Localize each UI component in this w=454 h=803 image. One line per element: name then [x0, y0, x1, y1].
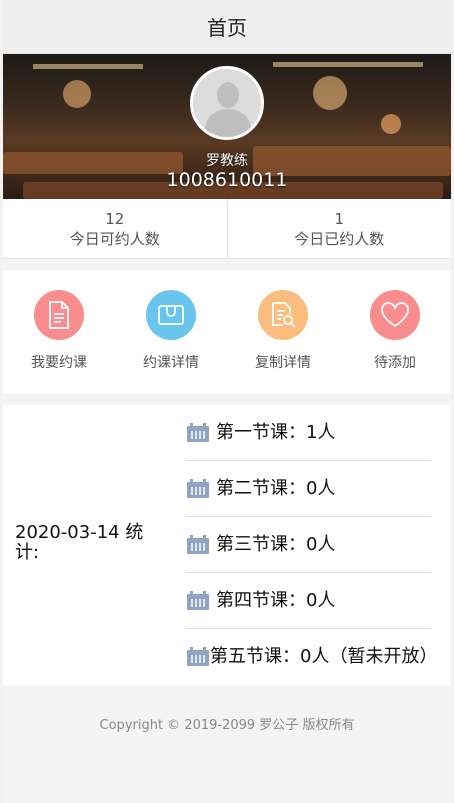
- stat-label: 今日可约人数: [69, 230, 160, 248]
- heart-icon: [370, 290, 420, 340]
- menu-label: 复制详情: [255, 355, 311, 371]
- lesson-item: 第四节课：0人: [186, 573, 431, 629]
- menu-copy-details[interactable]: 复制详情: [227, 270, 339, 394]
- page-title: 首页: [207, 16, 247, 40]
- lesson-item: 第三节课：0人: [186, 517, 431, 573]
- document-icon: [34, 290, 84, 340]
- wallet-icon: [146, 290, 196, 340]
- calendar-icon: [187, 478, 209, 498]
- summary-date-label: 2020-03-14 统计:: [15, 522, 144, 563]
- daily-summary: 2020-03-14 统计: 第一节课：1人 第二节课：0人 第三节课：0人 第…: [3, 405, 451, 685]
- app-frame: 首页 罗教练 1008610011 12 今日可约人数 1 今日已约人数 我要约…: [3, 0, 451, 803]
- calendar-icon: [187, 422, 209, 442]
- menu-label: 约课详情: [143, 355, 199, 371]
- menu-book-class[interactable]: 我要约课: [3, 270, 115, 394]
- calendar-icon: [187, 590, 209, 610]
- lesson-item: 第五节课：0人（暂未开放）: [186, 629, 438, 685]
- menu-pending[interactable]: 待添加: [339, 270, 451, 394]
- lesson-text: 第三节课：0人: [216, 533, 336, 555]
- stat-booked: 1 今日已约人数: [226, 199, 452, 258]
- lesson-text: 第一节课：1人: [216, 421, 336, 443]
- search-document-icon: [258, 290, 308, 340]
- menu-label: 我要约课: [31, 355, 87, 371]
- menu-booking-details[interactable]: 约课详情: [115, 270, 227, 394]
- stat-available: 12 今日可约人数: [3, 199, 227, 258]
- stat-label: 今日已约人数: [294, 230, 385, 248]
- stat-value: 12: [105, 210, 125, 228]
- menu-label: 待添加: [374, 355, 416, 371]
- calendar-icon: [187, 534, 209, 554]
- avatar: [190, 66, 264, 140]
- coach-name: 罗教练: [206, 153, 248, 169]
- calendar-icon: [187, 647, 209, 666]
- lesson-text: 第四节课：0人: [216, 589, 336, 611]
- lesson-item: 第一节课：1人: [186, 405, 431, 461]
- stats-bar: 12 今日可约人数 1 今日已约人数: [3, 199, 451, 259]
- lesson-item: 第二节课：0人: [186, 461, 431, 517]
- top-navbar: 首页: [3, 0, 451, 54]
- copyright-footer: Copyright © 2019-2099 罗公子 版权所有: [99, 718, 355, 733]
- lesson-text: 第五节课：0人（暂未开放）: [210, 646, 438, 667]
- lesson-text: 第二节课：0人: [216, 477, 336, 499]
- coach-phone: 1008610011: [166, 169, 288, 191]
- stat-value: 1: [334, 210, 345, 228]
- lesson-list: 第一节课：1人 第二节课：0人 第三节课：0人 第四节课：0人 第五节课：0人（…: [186, 405, 438, 685]
- quick-menu: 我要约课 约课详情 复制详情 待添加: [3, 270, 451, 394]
- profile-banner: 罗教练 1008610011: [3, 54, 451, 199]
